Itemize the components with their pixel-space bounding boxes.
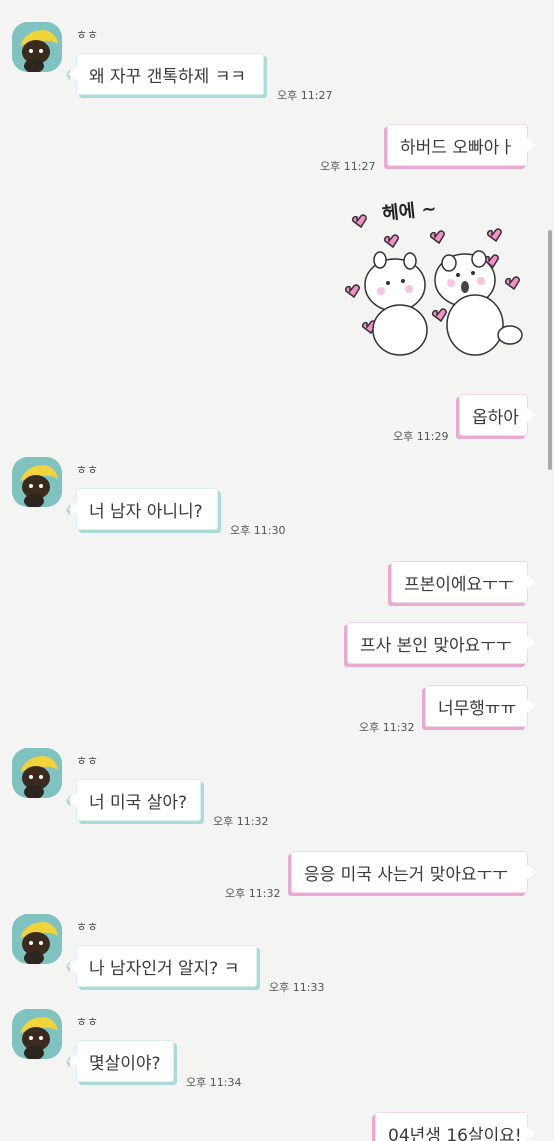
message-time: 오후 11:33: [269, 981, 325, 994]
contact-avatar[interactable]: [12, 914, 62, 964]
message-text: 응응 미국 사는거 맞아요ㅜㅜ: [304, 864, 508, 885]
message-bubble[interactable]: 프본이에요ㅜㅜ: [391, 561, 536, 603]
message-text: 너 남자 아니니?: [89, 501, 203, 522]
contact-avatar[interactable]: [12, 457, 62, 507]
message-bubble[interactable]: 몇살이야?: [66, 1040, 174, 1082]
message-text: 옵하아: [472, 407, 519, 428]
message-time: 오후 11:27: [320, 160, 376, 173]
message-text: 나 남자인거 알지? ㅋ: [89, 958, 240, 979]
message-text: 왜 자꾸 갠톡하제 ㅋㅋ: [89, 66, 246, 87]
message-text: 프본이에요ㅜㅜ: [404, 574, 514, 595]
avatar-character-icon: [12, 22, 62, 72]
sender-name: ㅎㅎ: [76, 754, 99, 768]
message-bubble[interactable]: 응응 미국 사는거 맞아요ㅜㅜ: [291, 851, 536, 893]
message-bubble[interactable]: 하버드 오빠아ㅏ: [387, 124, 536, 166]
message-bubble[interactable]: 너 미국 살아?: [66, 779, 201, 821]
contact-avatar[interactable]: [12, 748, 62, 798]
message-time: 오후 11:32: [225, 887, 281, 900]
message-bubble[interactable]: 옵하아: [459, 394, 536, 436]
contact-avatar[interactable]: [12, 22, 62, 72]
avatar-character-icon: [12, 457, 62, 507]
chat-scrollbar[interactable]: [548, 230, 552, 470]
bear-sticker-image[interactable]: [345, 195, 535, 365]
message-bubble[interactable]: 너무행ㅠㅠ: [425, 685, 536, 727]
contact-avatar[interactable]: [12, 1009, 62, 1059]
sender-name: ㅎㅎ: [76, 1015, 99, 1029]
message-bubble[interactable]: 프사 본인 맞아요ㅜㅜ: [347, 622, 536, 664]
message-time: 오후 11:30: [230, 524, 286, 537]
message-text: 04년생 16살이요!: [388, 1125, 522, 1141]
avatar-character-icon: [12, 1009, 62, 1059]
message-text: 너무행ㅠㅠ: [438, 698, 517, 719]
sender-name: ㅎㅎ: [76, 920, 99, 934]
message-text: 프사 본인 맞아요ㅜㅜ: [360, 635, 512, 656]
message-text: 몇살이야?: [89, 1053, 161, 1074]
message-time: 오후 11:27: [277, 89, 333, 102]
message-time: 오후 11:32: [213, 815, 269, 828]
message-bubble[interactable]: 너 남자 아니니?: [66, 488, 218, 530]
avatar-character-icon: [12, 748, 62, 798]
message-text: 너 미국 살아?: [89, 792, 188, 813]
sender-name: ㅎㅎ: [76, 28, 99, 42]
message-time: 오후 11:32: [359, 721, 415, 734]
message-bubble[interactable]: 나 남자인거 알지? ㅋ: [66, 945, 257, 987]
message-bubble[interactable]: 04년생 16살이요!: [375, 1112, 536, 1141]
sender-name: ㅎㅎ: [76, 463, 99, 477]
message-bubble[interactable]: 왜 자꾸 갠톡하제 ㅋㅋ: [66, 53, 264, 95]
message-time: 오후 11:29: [393, 430, 449, 443]
message-text: 하버드 오빠아ㅏ: [400, 137, 515, 158]
avatar-character-icon: [12, 914, 62, 964]
message-time: 오후 11:34: [186, 1076, 242, 1089]
